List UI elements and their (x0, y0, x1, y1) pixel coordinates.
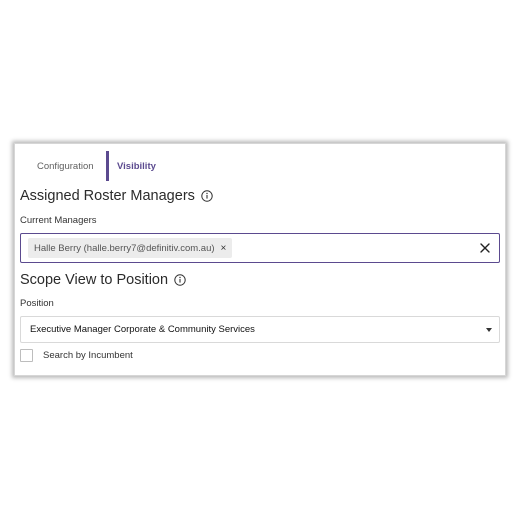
position-value: Executive Manager Corporate & Community … (30, 324, 255, 335)
search-by-incumbent-checkbox[interactable] (20, 349, 33, 362)
info-icon[interactable] (174, 274, 186, 286)
chip-remove-icon[interactable]: × (221, 243, 227, 254)
active-tab-indicator (106, 151, 109, 181)
tab-visibility[interactable]: Visibility (106, 151, 156, 181)
tab-visibility-label: Visibility (117, 161, 156, 172)
manager-chip-label: Halle Berry (halle.berry7@definitiv.com.… (34, 242, 215, 254)
close-icon (480, 243, 490, 253)
info-icon[interactable] (201, 190, 213, 202)
roster-visibility-panel: Configuration Visibility Assigned Roster… (14, 143, 506, 376)
current-managers-label: Current Managers (20, 215, 97, 226)
tab-bar: Configuration Visibility (15, 144, 505, 182)
scope-view-heading: Scope View to Position (20, 272, 186, 288)
clear-managers-button[interactable] (477, 240, 493, 256)
search-by-incumbent-label: Search by Incumbent (43, 350, 133, 361)
assigned-roster-managers-title: Assigned Roster Managers (20, 188, 195, 204)
tab-configuration[interactable]: Configuration (37, 153, 94, 181)
position-label: Position (20, 298, 54, 309)
current-managers-field[interactable]: Halle Berry (halle.berry7@definitiv.com.… (20, 233, 500, 263)
assigned-roster-managers-heading: Assigned Roster Managers (20, 188, 213, 204)
position-select[interactable]: Executive Manager Corporate & Community … (20, 316, 500, 343)
scope-view-title: Scope View to Position (20, 272, 169, 288)
chevron-down-icon (486, 328, 492, 332)
manager-chip: Halle Berry (halle.berry7@definitiv.com.… (28, 238, 233, 258)
